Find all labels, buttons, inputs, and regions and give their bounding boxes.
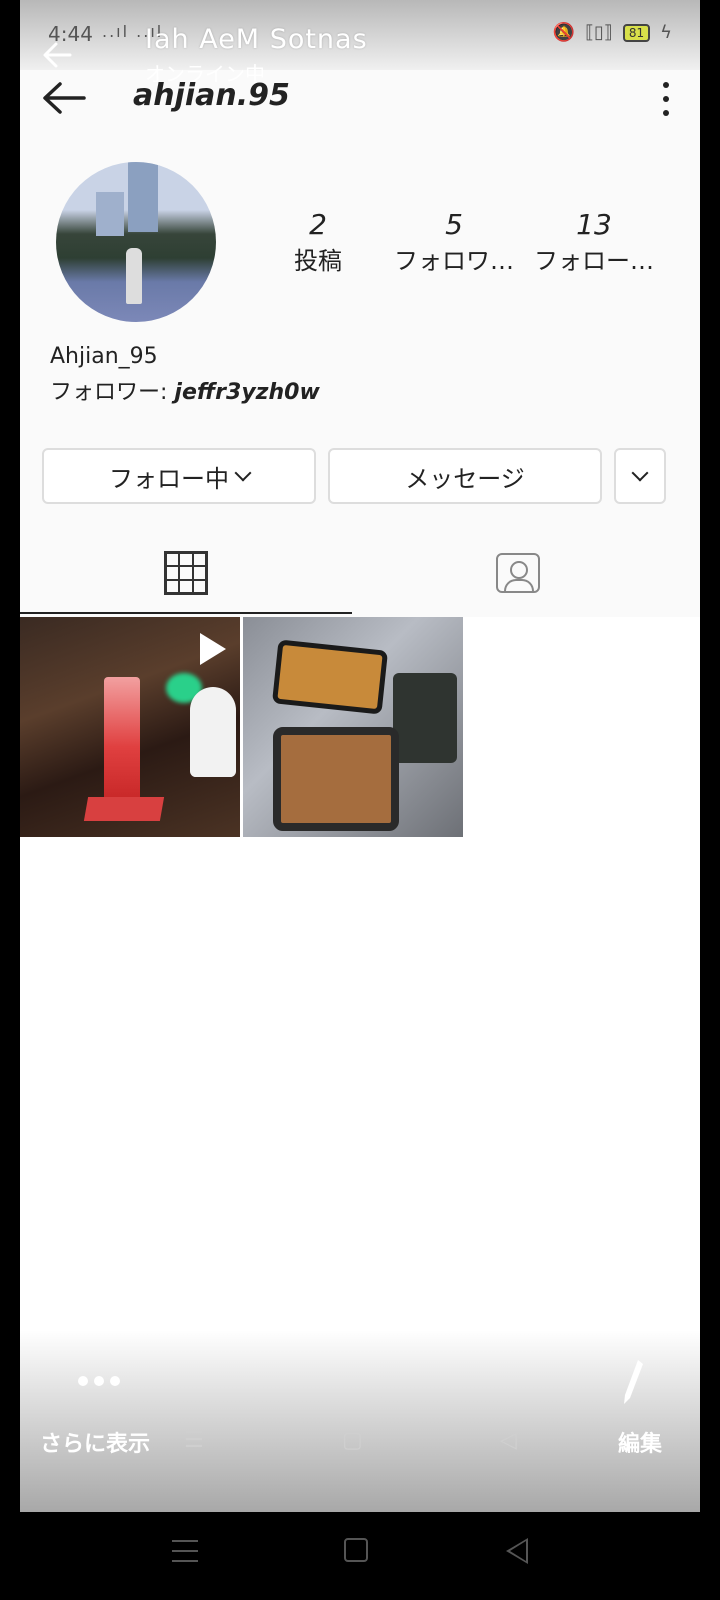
followed-by-text[interactable]: フォロワー: jeffr3yzh0w	[50, 374, 320, 406]
back-arrow-icon[interactable]	[40, 78, 88, 118]
stat-posts-label: 投稿	[294, 247, 342, 275]
tagged-person-icon	[496, 553, 540, 593]
stat-following[interactable]: 13 フォロー…	[528, 208, 660, 276]
chevron-down-icon	[234, 464, 252, 482]
profile-display-name: Ahjian_95	[50, 344, 158, 369]
play-icon	[200, 633, 226, 665]
followed-by-prefix: フォロワー:	[50, 380, 175, 405]
stat-following-count: 13	[576, 208, 612, 241]
battery-icon: 81	[622, 23, 651, 42]
charging-icon: ϟ	[660, 22, 672, 43]
followed-by-user: jeffr3yzh0w	[174, 380, 320, 405]
tab-posts-grid[interactable]	[20, 530, 352, 616]
profile-tabs	[20, 530, 700, 616]
active-tab-indicator	[20, 612, 352, 614]
back-icon[interactable]	[506, 1538, 528, 1564]
suggested-accounts-button[interactable]	[614, 448, 666, 504]
following-button-label: フォロー中	[109, 464, 229, 493]
chevron-down-icon	[631, 464, 649, 482]
grid-icon	[164, 551, 208, 595]
right-border	[700, 0, 720, 1512]
stat-posts[interactable]: 2 投稿	[268, 208, 368, 276]
following-button[interactable]: フォロー中	[42, 448, 316, 504]
message-button-label: メッセージ	[405, 464, 525, 493]
screenshot-screen: 4:44 ..ıl ..ıl 🔕 ⟦▯⟧ 81 ϟ Iah AeM Sotnas…	[20, 0, 700, 1512]
vibrate-icon: ⟦▯⟧	[585, 22, 613, 43]
message-button[interactable]: メッセージ	[328, 448, 602, 504]
pencil-icon[interactable]	[622, 1358, 644, 1408]
stat-followers-label: フォロワ…	[394, 247, 514, 275]
stat-followers-count: 5	[445, 208, 463, 241]
viewer-footer: さらに表示 ☰ ▢ ◁ 編集	[20, 1330, 700, 1512]
more-dots-icon[interactable]	[78, 1376, 120, 1386]
status-icons: 🔕 ⟦▯⟧ 81 ϟ	[553, 22, 672, 43]
avatar[interactable]	[56, 162, 216, 322]
ghost-home-icon: ▢	[342, 1428, 363, 1453]
stat-followers[interactable]: 5 フォロワ…	[388, 208, 520, 276]
tab-tagged[interactable]	[352, 530, 684, 616]
post-thumbnail-photo[interactable]	[243, 617, 463, 837]
ghost-menu-icon: ☰	[184, 1428, 204, 1453]
profile-username: ahjian.95	[133, 78, 290, 113]
viewer-back-arrow-icon[interactable]	[40, 36, 78, 74]
post-thumbnail-video[interactable]	[20, 617, 240, 837]
stat-following-label: フォロー…	[534, 247, 654, 275]
stat-posts-count: 2	[309, 208, 327, 241]
left-border	[0, 0, 20, 1512]
show-more-button[interactable]: さらに表示	[40, 1426, 150, 1458]
edit-button[interactable]: 編集	[618, 1426, 662, 1458]
menu-icon[interactable]	[172, 1540, 198, 1562]
viewer-contact-name: Iah AeM Sotnas	[145, 24, 368, 55]
home-icon[interactable]	[344, 1538, 368, 1562]
mute-icon: 🔕	[552, 22, 576, 43]
ghost-back-icon: ◁	[500, 1428, 517, 1453]
more-options-icon[interactable]	[658, 82, 674, 116]
system-nav-bar	[0, 1512, 720, 1600]
